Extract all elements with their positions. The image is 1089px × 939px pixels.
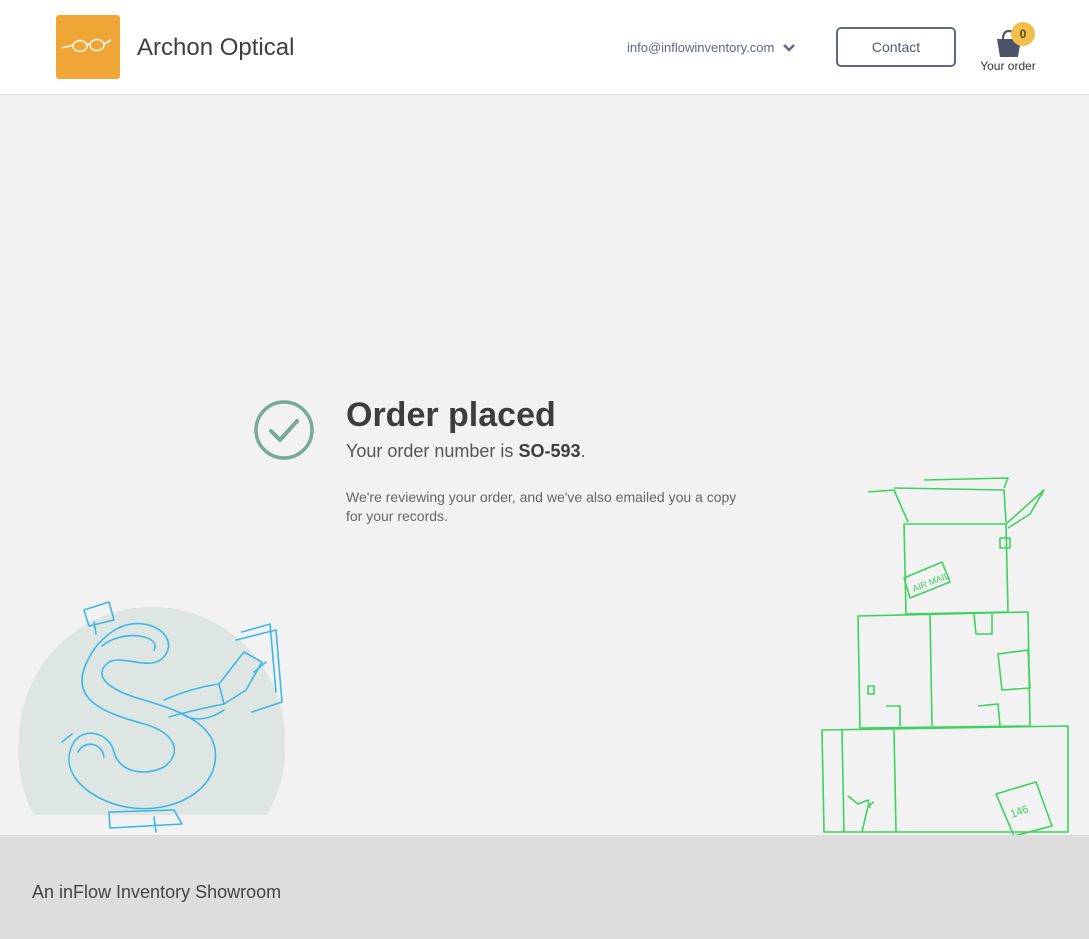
box-number-label: 146 — [1009, 803, 1030, 821]
cart-button[interactable]: 0 Your order — [976, 22, 1040, 76]
money-illustration — [18, 601, 286, 833]
contact-button[interactable]: Contact — [836, 27, 956, 67]
cart-label: Your order — [980, 59, 1036, 73]
store-logo[interactable] — [56, 15, 120, 79]
cart-count-badge: 0 — [1011, 22, 1035, 46]
site-footer: An inFlow Inventory Showroom — [0, 835, 1089, 939]
order-number-line: Your order number is SO-593. — [346, 441, 586, 462]
account-menu[interactable]: info@inflowinventory.com — [627, 40, 796, 55]
page-title: Order placed — [346, 396, 556, 434]
store-name[interactable]: Archon Optical — [137, 34, 294, 62]
order-prefix: Your order number is — [346, 441, 519, 461]
order-suffix: . — [580, 441, 586, 461]
confirmation-message: We're reviewing your order, and we've al… — [346, 489, 737, 524]
eyeglasses-icon — [61, 38, 112, 53]
boxes-illustration: AIR MAIL 146 — [821, 477, 1069, 836]
order-number: SO-593 — [518, 441, 581, 461]
footer-text: An inFlow Inventory Showroom — [32, 882, 282, 902]
account-email: info@inflowinventory.com — [627, 40, 775, 55]
chevron-down-icon — [782, 41, 796, 55]
check-circle-icon — [254, 400, 314, 460]
site-header: Archon Optical info@inflowinventory.com … — [0, 0, 1089, 95]
